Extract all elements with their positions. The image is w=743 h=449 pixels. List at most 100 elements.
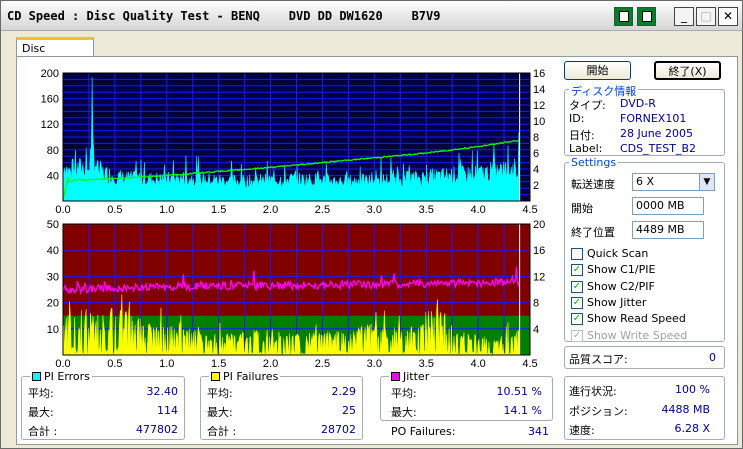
window-title: CD Speed : Disc Quality Test - BENQ DVD … xyxy=(7,9,441,23)
disc-info-group: ディスク情報 タイプ: DVD-R ID: FORNEX101 日付: 28 J… xyxy=(564,83,725,156)
pi-failures-title-text: PI Failures xyxy=(223,370,279,383)
x-tick-label: 4.0 xyxy=(470,358,485,370)
x-tick-label: 4.5 xyxy=(522,204,537,216)
jitter-group: Jitter 平均: 10.51 % 最大: 14.1 % xyxy=(380,370,553,421)
disc-quality-panel: 0.0 0.5 1.0 1.5 2.0 2.5 3.0 3.5 4.0 4.5 200 160 120 8… xyxy=(16,56,738,445)
disc-date: 28 June 2005 xyxy=(620,127,693,140)
x-tick-label: 3.5 xyxy=(419,204,434,216)
save-icon[interactable] xyxy=(637,7,656,26)
checkbox-label[interactable]: Show C1/PIE xyxy=(587,263,655,276)
quality-group: 品質スコア: 0 xyxy=(564,346,725,369)
checkbox-label[interactable]: Quick Scan xyxy=(587,247,648,260)
end-button[interactable]: 終了(X) xyxy=(654,61,721,80)
checkbox-show-jitter[interactable]: ✓ xyxy=(571,296,583,309)
pi-failures-title: PI Failures xyxy=(209,370,281,383)
x-tick-label: 1.5 xyxy=(211,204,226,216)
pi-failures-avg-label: 平均: xyxy=(207,387,233,400)
y2-tick-label: 20 xyxy=(533,219,545,231)
checkbox-show-c2-pif[interactable]: ✓ xyxy=(571,280,583,293)
y-tick-label: 160 xyxy=(41,94,59,106)
y-tick-label: 120 xyxy=(41,119,59,131)
y2-tick-label: 8 xyxy=(533,132,539,144)
pi-errors-total-label: 合計 : xyxy=(28,425,58,438)
disc-date-label: 日付: xyxy=(569,129,595,142)
pi-errors-max: 114 xyxy=(157,404,178,417)
pi-errors-avg: 32.40 xyxy=(146,385,179,398)
speed-select-value: 6 X xyxy=(636,175,655,188)
end-label: 終了位置 xyxy=(571,226,615,239)
jitter-title: Jitter xyxy=(389,370,432,383)
y-tick-label: 30 xyxy=(47,271,59,283)
x-tick-label: 4.0 xyxy=(470,204,485,216)
y2-tick-label: 16 xyxy=(533,245,545,257)
checkbox-quick-scan[interactable] xyxy=(571,248,583,260)
x-tick-label: 3.0 xyxy=(367,204,382,216)
pi-failures-total-label: 合計 : xyxy=(207,425,237,438)
pi-failures-max: 25 xyxy=(342,404,356,417)
tab-disc-quality[interactable]: Disc Quality xyxy=(16,37,94,68)
x-tick-label: 2.5 xyxy=(315,358,330,370)
pi-errors-max-label: 最大: xyxy=(28,406,54,419)
x-tick-label: 1.5 xyxy=(211,358,226,370)
x-tick-label: 0.0 xyxy=(55,358,70,370)
disc-id-label: ID: xyxy=(569,112,585,125)
checkbox-label[interactable]: Show Jitter xyxy=(587,296,646,309)
pi-failures-avg: 2.29 xyxy=(331,385,357,398)
pi-errors-title-text: PI Errors xyxy=(44,370,90,383)
close-button[interactable]: ✕ xyxy=(718,7,738,26)
y-tick-label: 10 xyxy=(47,324,59,336)
minimize-button[interactable]: _ xyxy=(674,7,694,26)
checkbox-show-write-speed: ✓ xyxy=(571,329,583,342)
settings-group: Settings 転送速度 6 X ▼ 開始 0000 MB 終了位置 4489… xyxy=(564,156,725,342)
x-tick-label: 2.5 xyxy=(315,204,330,216)
jitter-max-label: 最大: xyxy=(391,406,417,419)
title-bar[interactable]: CD Speed : Disc Quality Test - BENQ DVD … xyxy=(1,1,742,31)
po-failures-label: PO Failures: xyxy=(391,425,456,438)
settings-title: Settings xyxy=(569,156,619,169)
y2-tick-label: 12 xyxy=(533,271,545,283)
disc-id: FORNEX101 xyxy=(620,112,687,125)
disc-type-label: タイプ: xyxy=(569,99,606,112)
x-tick-label: 2.0 xyxy=(263,358,278,370)
x-tick-label: 3.5 xyxy=(419,358,434,370)
end-input[interactable]: 4489 MB xyxy=(632,221,704,239)
checkbox-show-c1-pie[interactable]: ✓ xyxy=(571,264,583,277)
y-tick-label: 20 xyxy=(47,298,59,310)
checkbox-label[interactable]: Show C2/PIF xyxy=(587,280,655,293)
progress-group: 進行状況: 100 % ポジション: 4488 MB 速度: 6.28 X xyxy=(564,376,725,440)
maximize-button[interactable]: □ xyxy=(696,7,716,26)
pi-errors-group: PI Errors 平均: 32.40 最大: 114 合計 : 477802 xyxy=(21,370,185,440)
pi-errors-title: PI Errors xyxy=(30,370,92,383)
y2-tick-label: 14 xyxy=(533,84,545,96)
y-tick-label: 40 xyxy=(47,170,59,182)
checkbox-label[interactable]: Show Write Speed xyxy=(587,329,687,342)
read-speed-value: 6.28 X xyxy=(674,422,710,435)
jitter-avg: 10.51 % xyxy=(496,385,542,398)
x-tick-label: 4.5 xyxy=(522,358,537,370)
pi-failures-legend xyxy=(211,372,220,381)
start-button[interactable]: 開始 xyxy=(564,61,631,80)
y-tick-label: 200 xyxy=(41,68,59,80)
position-value: 4488 MB xyxy=(661,403,710,416)
y2-tick-label: 16 xyxy=(533,68,545,80)
po-failures-value: 341 xyxy=(528,425,549,438)
y2-tick-label: 4 xyxy=(533,164,539,176)
checkbox-show-read-speed[interactable]: ✓ xyxy=(571,313,583,326)
y2-tick-label: 2 xyxy=(533,180,539,192)
speed-select[interactable]: 6 X ▼ xyxy=(632,173,715,191)
jitter-max: 14.1 % xyxy=(503,404,542,417)
disc-label-label: Label: xyxy=(569,142,603,155)
start-input[interactable]: 0000 MB xyxy=(632,197,704,215)
checkbox-label[interactable]: Show Read Speed xyxy=(587,312,686,325)
y2-tick-label: 8 xyxy=(533,298,539,310)
pi-errors-avg-label: 平均: xyxy=(28,387,54,400)
x-tick-label: 0.5 xyxy=(107,204,122,216)
x-tick-label: 2.0 xyxy=(263,204,278,216)
jitter-title-text: Jitter xyxy=(403,370,430,383)
copy-icon[interactable] xyxy=(614,7,633,26)
disc-type: DVD-R xyxy=(620,97,656,110)
pi-failures-group: PI Failures 平均: 2.29 最大: 25 合計 : 28702 xyxy=(200,370,363,440)
chevron-down-icon[interactable]: ▼ xyxy=(699,174,714,190)
y2-tick-label: 4 xyxy=(533,324,539,336)
pi-errors-legend xyxy=(32,372,41,381)
